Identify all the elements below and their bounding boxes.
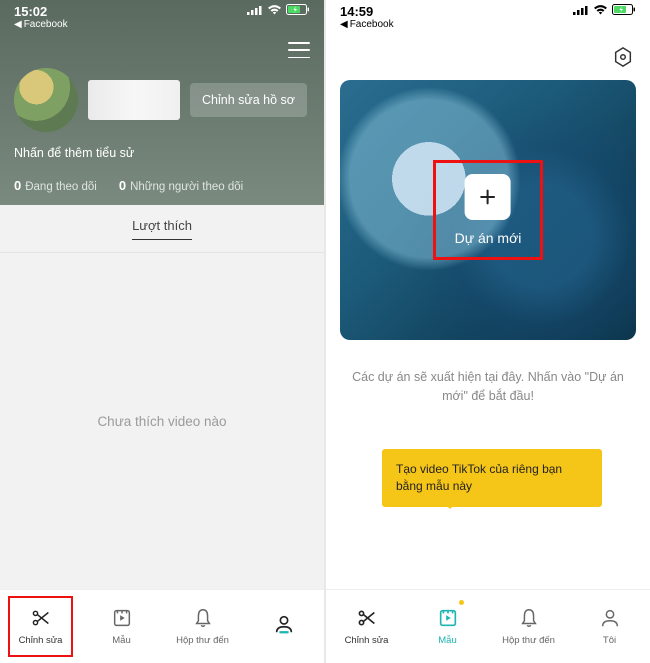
nav-template[interactable]: Mẫu xyxy=(81,590,162,663)
nav-me[interactable] xyxy=(243,590,324,663)
status-bar: 15:02 ◀ Facebook xyxy=(14,0,310,38)
wifi-icon xyxy=(593,4,608,15)
status-icons xyxy=(247,4,310,15)
status-time: 15:02 xyxy=(14,4,68,19)
avatar[interactable] xyxy=(14,68,78,132)
signal-icon xyxy=(573,5,589,15)
nav-label: Mẫu xyxy=(112,635,130,646)
nav-edit[interactable]: Chỉnh sửa xyxy=(326,590,407,663)
person-icon xyxy=(599,607,621,632)
projects-screen: 14:59 ◀ Facebook Dự án mới xyxy=(326,0,650,663)
nav-label: Hộp thư đến xyxy=(502,635,555,646)
tab-likes[interactable]: Lượt thích xyxy=(132,218,192,240)
scissors-icon xyxy=(356,607,378,632)
bell-icon xyxy=(518,607,540,632)
bell-icon xyxy=(192,607,214,632)
nav-me[interactable]: Tôi xyxy=(569,590,650,663)
followers-stat[interactable]: 0Những người theo dõi xyxy=(119,178,243,193)
menu-icon[interactable] xyxy=(288,42,310,58)
bio-prompt[interactable]: Nhấn để thêm tiểu sử xyxy=(14,146,310,160)
nav-label: Hộp thư đến xyxy=(176,635,229,646)
highlight-box xyxy=(433,160,543,260)
battery-icon xyxy=(286,4,310,15)
nav-inbox[interactable]: Hộp thư đến xyxy=(162,590,243,663)
status-bar: 14:59 ◀ Facebook xyxy=(340,0,636,38)
wifi-icon xyxy=(267,4,282,15)
nav-label: Tôi xyxy=(603,635,616,646)
nav-inbox[interactable]: Hộp thư đến xyxy=(488,590,569,663)
bottom-nav: Chỉnh sửa Mẫu Hộp thư đến xyxy=(0,589,324,663)
following-stat[interactable]: 0Đang theo dõi xyxy=(14,178,97,193)
signal-icon xyxy=(247,5,263,15)
nav-edit[interactable]: Chỉnh sửa xyxy=(0,590,81,663)
person-icon xyxy=(273,613,295,638)
status-time: 14:59 xyxy=(340,4,394,19)
empty-state: Chưa thích video nào xyxy=(0,253,324,589)
nav-label: Chỉnh sửa xyxy=(345,635,389,646)
empty-text: Chưa thích video nào xyxy=(97,414,226,429)
edit-profile-button[interactable]: Chỉnh sửa hồ sơ xyxy=(190,83,307,117)
status-back-facebook[interactable]: ◀ Facebook xyxy=(340,19,394,30)
new-project-card[interactable]: Dự án mới xyxy=(340,80,636,340)
battery-icon xyxy=(612,4,636,15)
template-icon xyxy=(111,607,133,632)
username-card xyxy=(88,80,180,120)
template-tooltip: Tạo video TikTok của riêng bạn bằng mẫu … xyxy=(382,449,602,507)
nav-template[interactable]: Mẫu xyxy=(407,590,488,663)
template-icon xyxy=(437,607,459,632)
profile-screen: 15:02 ◀ Facebook Chỉnh sửa hồ sơ Nhấn để… xyxy=(0,0,324,663)
status-icons xyxy=(573,4,636,15)
bottom-nav: Chỉnh sửa Mẫu Hộp thư đến Tôi xyxy=(326,589,650,663)
nav-label: Chỉnh sửa xyxy=(19,635,63,646)
settings-icon[interactable] xyxy=(612,46,634,68)
notification-dot xyxy=(459,600,464,605)
projects-hint: Các dự án sẽ xuất hiện tại đây. Nhấn vào… xyxy=(326,340,650,406)
scissors-icon xyxy=(30,607,52,632)
status-back-facebook[interactable]: ◀ Facebook xyxy=(14,19,68,30)
profile-header: 15:02 ◀ Facebook Chỉnh sửa hồ sơ Nhấn để… xyxy=(0,0,324,205)
nav-label: Mẫu xyxy=(438,635,456,646)
tab-row: Lượt thích xyxy=(0,205,324,253)
